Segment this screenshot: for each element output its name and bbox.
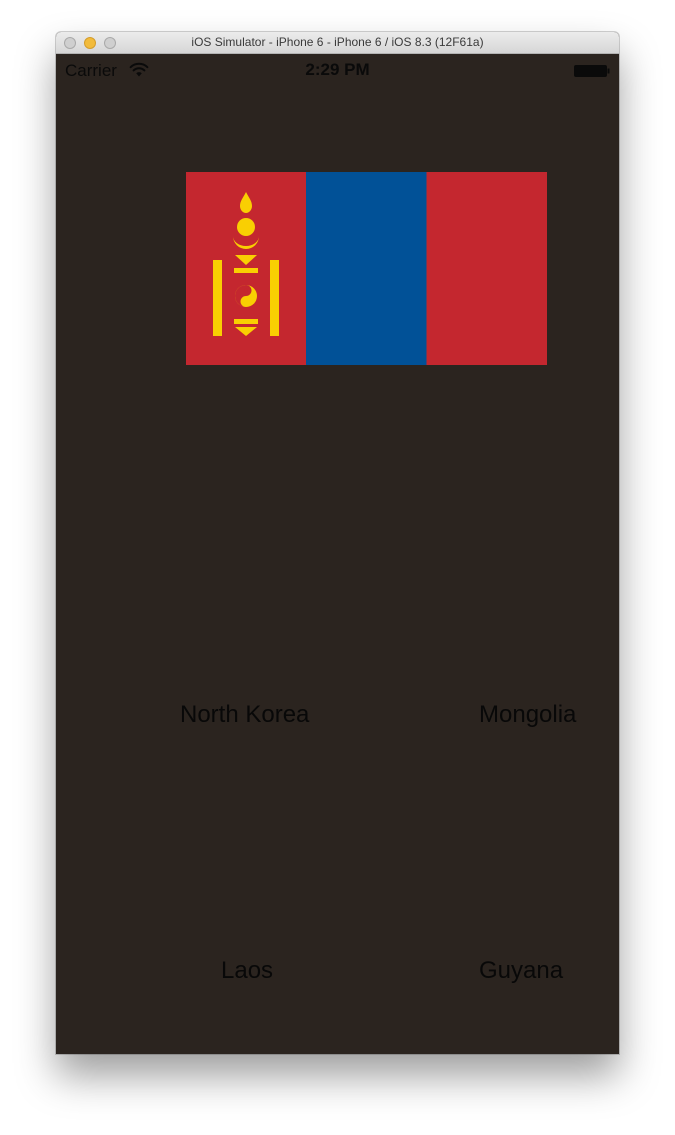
flag-right-band bbox=[426, 172, 547, 365]
choice-north-korea-button[interactable]: North Korea bbox=[180, 701, 309, 729]
status-time: 2:29 PM bbox=[305, 60, 370, 79]
battery-icon bbox=[574, 64, 610, 77]
window-title: iOS Simulator - iPhone 6 - iPhone 6 / iO… bbox=[191, 35, 484, 49]
ios-status-bar: Carrier 2:29 PM bbox=[56, 54, 619, 84]
choice-mongolia-button[interactable]: Mongolia bbox=[479, 701, 576, 729]
choice-guyana-button[interactable]: Guyana bbox=[479, 957, 563, 985]
choice-laos-button[interactable]: Laos bbox=[221, 957, 273, 985]
window-titlebar: iOS Simulator - iPhone 6 - iPhone 6 / iO… bbox=[56, 32, 619, 54]
simulator-window: iOS Simulator - iPhone 6 - iPhone 6 / iO… bbox=[56, 32, 619, 1054]
mongolia-flag bbox=[186, 172, 547, 365]
flag-center-band bbox=[306, 172, 427, 365]
